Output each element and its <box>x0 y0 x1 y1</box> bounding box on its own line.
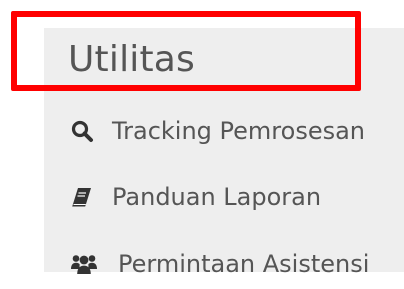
menu-item-label: Panduan Laporan <box>112 183 322 211</box>
menu-item-panduan-laporan[interactable]: Panduan Laporan <box>70 182 321 212</box>
menu-item-permintaan-asistensi[interactable]: Permintaan Asistensi <box>70 249 369 279</box>
search-icon <box>70 116 100 146</box>
highlight-box <box>11 11 361 91</box>
menu-item-label: Tracking Pemrosesan <box>112 117 366 145</box>
book-icon <box>70 182 100 212</box>
users-icon <box>70 249 100 279</box>
menu-item-tracking-pemrosesan[interactable]: Tracking Pemrosesan <box>70 116 365 146</box>
menu-item-label: Permintaan Asistensi <box>118 250 370 278</box>
